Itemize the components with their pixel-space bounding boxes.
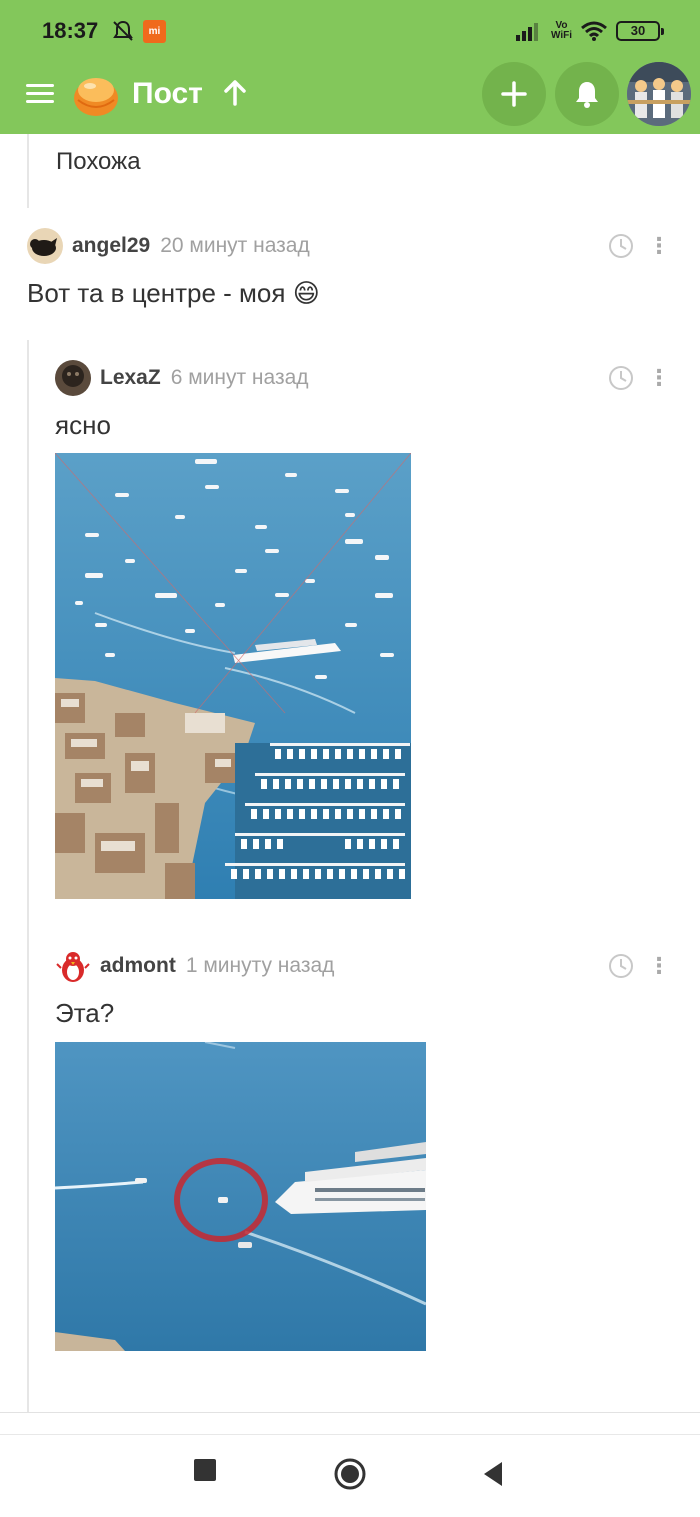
arrow-up-icon[interactable] (222, 78, 248, 115)
avatar[interactable] (27, 228, 63, 264)
comment-time: 1 минуту назад (185, 954, 335, 977)
status-bar: 18:37 mi Vo WiFi 30 (0, 0, 700, 62)
clock-icon[interactable] (608, 233, 634, 259)
circle-icon[interactable] (333, 1457, 367, 1496)
comment-image[interactable] (55, 1042, 426, 1351)
triangle-back-icon[interactable] (482, 1461, 504, 1492)
plus-icon (501, 81, 527, 107)
wifi-icon (581, 21, 607, 41)
more-vertical-icon[interactable]: ⋮ (648, 955, 670, 977)
square-icon[interactable] (194, 1459, 216, 1486)
mute-icon (110, 18, 136, 49)
clock-icon[interactable] (608, 953, 634, 979)
volte-indicator: Vo WiFi (550, 20, 572, 41)
comment-input-bar[interactable] (0, 1412, 700, 1434)
more-vertical-icon[interactable]: ⋮ (648, 235, 670, 257)
previous-reply-text: Похожа (56, 148, 141, 175)
avatar[interactable] (55, 948, 91, 984)
battery-icon: 30 (616, 21, 664, 41)
app-bar: Пост (0, 62, 700, 134)
system-nav-bar (0, 1434, 700, 1517)
comment-image[interactable] (55, 453, 411, 899)
comment-header: LexaZ 6 минут назад ⋮ (55, 360, 700, 396)
comment-author[interactable]: angel29 (72, 234, 150, 258)
comment-time: 20 минут назад (160, 234, 310, 257)
status-time: 18:37 (42, 18, 99, 43)
more-vertical-icon[interactable]: ⋮ (648, 367, 670, 389)
comment-text: Вот та в центре - моя 😄 (27, 278, 320, 308)
add-post-button[interactable] (482, 62, 546, 126)
page-title: Пост (132, 77, 203, 110)
comment-header: angel29 20 минут назад ⋮ (27, 228, 700, 264)
thread-line (27, 340, 29, 1516)
hamburger-icon[interactable] (26, 80, 56, 110)
mi-app-icon: mi (143, 20, 166, 43)
user-avatar[interactable] (627, 62, 691, 126)
comment-author[interactable]: LexaZ (100, 366, 161, 390)
notifications-button[interactable] (555, 62, 619, 126)
thread-line (27, 134, 29, 208)
comment-author[interactable]: admont (100, 954, 176, 978)
comments-thread: Похожа angel29 20 минут назад ⋮ Вот та в… (0, 134, 700, 1516)
comment-time: 6 минут назад (170, 366, 309, 389)
avatar[interactable] (55, 360, 91, 396)
comment-header: admont 1 минуту назад ⋮ (55, 948, 700, 984)
clock-icon[interactable] (608, 365, 634, 391)
comment-text: Эта? (55, 998, 115, 1028)
comment-text: ясно (55, 410, 111, 440)
pikabu-logo[interactable] (72, 70, 120, 118)
signal-icon (515, 23, 538, 41)
bell-icon (576, 82, 598, 108)
